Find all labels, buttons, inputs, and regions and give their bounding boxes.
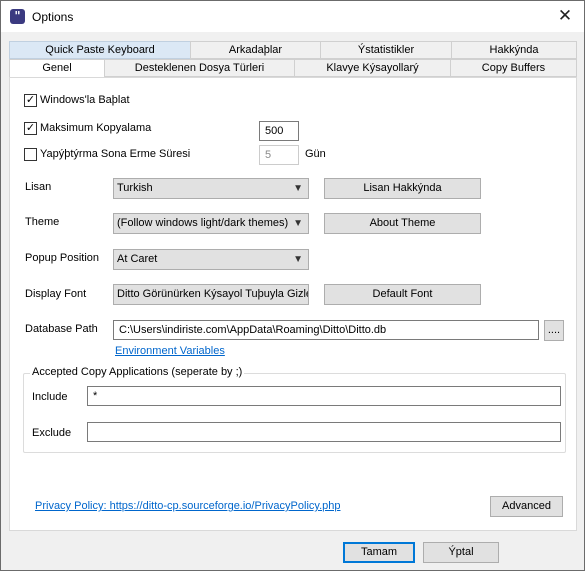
exclude-input[interactable]: [87, 422, 561, 442]
expire-checkbox[interactable]: [24, 148, 37, 161]
chevron-down-icon: ▼: [293, 218, 303, 229]
popup-position-select[interactable]: At Caret ▼: [113, 249, 309, 270]
options-window: " Options ✕ Quick Paste Keyboard Arkadaþ…: [0, 0, 585, 571]
default-font-button[interactable]: Default Font: [324, 284, 481, 305]
advanced-button[interactable]: Advanced: [490, 496, 563, 517]
general-panel: ✓ Windows'la Baþlat ✓ Maksimum Kopyalama…: [9, 77, 577, 531]
chevron-down-icon: ▼: [293, 183, 303, 194]
database-path-input[interactable]: C:\Users\indiriste.com\AppData\Roaming\D…: [113, 320, 539, 340]
chevron-down-icon: ▼: [293, 254, 303, 265]
max-copies-label: Maksimum Kopyalama: [40, 122, 152, 134]
browse-button[interactable]: ....: [544, 320, 564, 341]
tab-desteklenen-dosya-turleri[interactable]: Desteklenen Dosya Türleri: [104, 59, 295, 77]
tab-klavye-kisayollari[interactable]: Klavye Kýsayollarý: [294, 59, 451, 77]
tab-genel[interactable]: Genel: [9, 59, 105, 78]
window-title: Options: [32, 10, 74, 24]
include-input[interactable]: *: [87, 386, 561, 406]
privacy-policy-link[interactable]: Privacy Policy: https://ditto-cp.sourcef…: [35, 500, 340, 512]
title-bar[interactable]: " Options ✕: [1, 1, 584, 32]
tab-strip: Quick Paste Keyboard Arkadaþlar Ýstatist…: [9, 41, 577, 78]
tab-arkadaslar[interactable]: Arkadaþlar: [190, 41, 321, 59]
start-with-windows-checkbox[interactable]: ✓: [24, 94, 37, 107]
tab-copy-buffers[interactable]: Copy Buffers: [450, 59, 577, 77]
max-copies-checkbox[interactable]: ✓: [24, 122, 37, 135]
language-label: Lisan: [25, 181, 52, 193]
language-select-value: Turkish: [117, 182, 153, 194]
database-path-label: Database Path: [25, 323, 98, 335]
expire-unit-label: Gün: [305, 148, 326, 160]
ok-button[interactable]: Tamam: [343, 542, 415, 563]
theme-label: Theme: [25, 216, 60, 228]
ditto-app-icon: ": [10, 9, 25, 24]
display-font-button[interactable]: Ditto Görünürken Kýsayol Tuþuyla Gizle: [113, 284, 309, 305]
exclude-label: Exclude: [32, 427, 72, 439]
environment-variables-link[interactable]: Environment Variables: [115, 345, 225, 357]
display-font-label: Display Font: [25, 288, 87, 300]
accepted-apps-legend: Accepted Copy Applications (seperate by …: [30, 366, 245, 378]
close-icon[interactable]: ✕: [554, 5, 576, 27]
theme-select[interactable]: (Follow windows light/dark themes) ▼: [113, 213, 309, 234]
expire-days-input[interactable]: 5: [259, 145, 299, 165]
tab-istatistikler[interactable]: Ýstatistikler: [320, 41, 452, 59]
max-copies-input[interactable]: 500: [259, 121, 299, 141]
tab-hakkinda[interactable]: Hakkýnda: [451, 41, 577, 59]
popup-position-select-value: At Caret: [117, 253, 158, 265]
about-language-button[interactable]: Lisan Hakkýnda: [324, 178, 481, 199]
about-theme-button[interactable]: About Theme: [324, 213, 481, 234]
tab-quick-paste-keyboard[interactable]: Quick Paste Keyboard: [9, 41, 191, 59]
start-with-windows-label: Windows'la Baþlat: [40, 94, 130, 106]
cancel-button[interactable]: Ýptal: [423, 542, 499, 563]
include-label: Include: [32, 391, 68, 403]
language-select[interactable]: Turkish ▼: [113, 178, 309, 199]
theme-select-value: (Follow windows light/dark themes): [117, 217, 289, 229]
expire-label: Yapýþtýrma Sona Erme Süresi: [40, 148, 191, 160]
popup-position-label: Popup Position: [25, 252, 99, 264]
